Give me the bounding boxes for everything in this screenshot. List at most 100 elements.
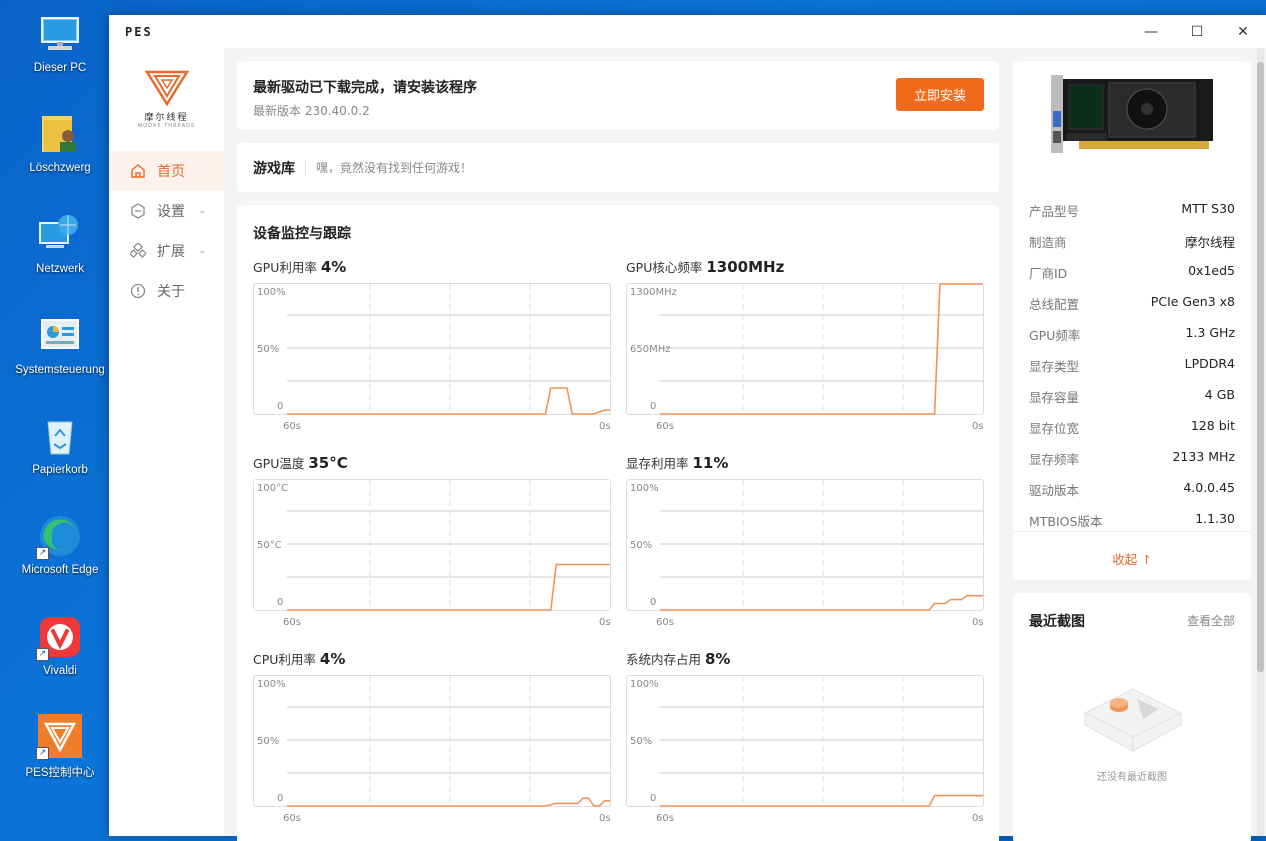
y-tick-label: 650MHz (630, 344, 670, 355)
empty-screenshots-message: 还没有最近截图 (1097, 772, 1167, 783)
chart-metric-name: 显存利用率 (626, 456, 689, 471)
spec-row: GPU频率 1.3 GHz (1029, 325, 1235, 344)
chart-label: GPU核心频率 1300MHz (626, 257, 984, 277)
spec-key: 显存频率 (1029, 452, 1080, 467)
chart-metric-name: GPU核心频率 (626, 260, 703, 275)
gpu-info-card: 产品型号 MTT S30 制造商 摩尔线程 厂商ID 0x1ed5 总线配置 PCIe Gen… (1013, 61, 1251, 580)
desktop-icon-edge[interactable]: ↗ Microsoft Edge (8, 514, 112, 576)
brand-logo: 摩尔线程 MOORE THREADS (109, 48, 224, 151)
main-content: 最新驱动已下载完成，请安装该程序 最新版本 230.40.0.2 立即安装 游戏… (224, 48, 1011, 841)
scrollbar[interactable] (1257, 48, 1264, 836)
x-tick-label-start: 60s (283, 617, 301, 628)
window-title: PES (125, 24, 153, 39)
x-tick-label-end: 0s (972, 813, 984, 824)
vivaldi-icon: ↗ (36, 615, 82, 661)
chart-current-value: 1300MHz (706, 258, 785, 276)
spec-value: 0x1ed5 (1188, 263, 1235, 278)
spec-value: 128 bit (1190, 418, 1235, 433)
extension-icon (129, 242, 147, 260)
spec-row: 显存频率 2133 MHz (1029, 449, 1235, 468)
spec-key: 厂商ID (1029, 266, 1068, 281)
desktop-icon-vivaldi[interactable]: ↗ Vivaldi (8, 615, 112, 677)
monitor-chart: GPU温度 35°C 100°C 50°C 0 60s 0s (253, 453, 611, 633)
title-bar[interactable]: PES — ☐ ✕ (109, 15, 1266, 48)
view-all-link[interactable]: 查看全部 (1187, 612, 1235, 629)
chart-metric-name: 系统内存占用 (626, 652, 702, 667)
game-library-title: 游戏库 (253, 160, 295, 177)
y-tick-label: 50% (630, 540, 652, 551)
monitor-chart: GPU利用率 4% 100% 50% 0 60s 0s (253, 257, 611, 437)
nav-settings-label: 设置 (157, 204, 185, 220)
desktop-icon-this-pc[interactable]: Dieser PC (8, 12, 112, 74)
nav-settings[interactable]: 设置 ⌄ (109, 191, 224, 231)
spec-row: 显存位宽 128 bit (1029, 418, 1235, 437)
logo-text-cn: 摩尔线程 (144, 113, 189, 123)
chart-label: CPU利用率 4% (253, 649, 611, 669)
x-tick-label-end: 0s (972, 421, 984, 432)
game-library-card: 游戏库 嘿，竟然没有找到任何游戏！ (237, 143, 999, 192)
nav-about-label: 关于 (157, 284, 185, 300)
nav-home-label: 首页 (157, 164, 185, 180)
spec-key: 驱动版本 (1029, 483, 1080, 498)
y-tick-label: 0 (277, 597, 283, 608)
device-monitor-card: 设备监控与跟踪 GPU利用率 4% 100% 50% 0 60s 0s GPU核心频率 13… (237, 205, 999, 841)
moore-threads-logo-icon (144, 70, 189, 106)
chart-current-value: 4% (319, 650, 346, 668)
desktop-icon-network[interactable]: Netzwerk (8, 213, 112, 275)
edge-icon: ↗ (36, 514, 82, 560)
spec-key: 产品型号 (1029, 204, 1080, 219)
y-tick-label: 0 (277, 401, 283, 412)
logo-text-en: MOORE THREADS (137, 123, 196, 129)
minimize-button[interactable]: — (1128, 15, 1174, 48)
maximize-button[interactable]: ☐ (1174, 15, 1220, 48)
spec-key: 制造商 (1029, 235, 1067, 250)
monitor-chart: CPU利用率 4% 100% 50% 0 60s 0s (253, 649, 611, 829)
desktop-icon-recycle-bin[interactable]: Papierkorb (8, 414, 112, 476)
x-tick-label-end: 0s (972, 617, 984, 628)
window-controls: — ☐ ✕ (1128, 15, 1266, 48)
network-icon (38, 213, 82, 257)
pes-window: PES — ☐ ✕ 摩尔线程 MOORE THREADS 首页 设置 ⌄ 扩展 … (109, 15, 1266, 841)
monitor-chart: 系统内存占用 8% 100% 50% 0 60s 0s (626, 649, 984, 829)
chart-metric-name: GPU利用率 (253, 260, 317, 275)
desktop-icon-pes[interactable]: ↗ PES控制中心 (8, 714, 112, 780)
spec-value: PCIe Gen3 x8 (1150, 294, 1235, 309)
collapse-button[interactable]: 收起 ↾ (1013, 549, 1251, 568)
spec-key: 显存容量 (1029, 390, 1080, 405)
desktop-icon-control-panel[interactable]: Systemsteuerung (8, 314, 112, 376)
x-tick-label-start: 60s (656, 813, 674, 824)
spec-key: 总线配置 (1029, 297, 1080, 312)
chart-current-value: 11% (692, 454, 729, 472)
nav-extensions[interactable]: 扩展 ⌄ (109, 231, 224, 271)
chart-plot: 100% 50% 060s 0s (253, 283, 611, 432)
x-tick-label-start: 60s (656, 421, 674, 432)
scrollbar-thumb[interactable] (1257, 62, 1264, 672)
divider (305, 160, 306, 175)
spec-row: 驱动版本 4.0.0.45 (1029, 480, 1235, 499)
spec-key: MTBIOS版本 (1029, 514, 1103, 529)
y-tick-label: 0 (277, 793, 283, 804)
right-panel: 产品型号 MTT S30 制造商 摩尔线程 厂商ID 0x1ed5 总线配置 PCIe Gen… (1011, 48, 1266, 841)
user-folder-icon (38, 112, 82, 156)
x-tick-label-end: 0s (599, 813, 611, 824)
chart-plot: 100°C 50°C 060s 0s (253, 479, 611, 628)
recycle-bin-icon (38, 414, 82, 458)
desktop-icon-user-folder[interactable]: Löschzwerg (8, 112, 112, 174)
chart-metric-name: GPU温度 (253, 456, 305, 471)
y-tick-label: 100% (257, 679, 286, 690)
chart-metric-name: CPU利用率 (253, 652, 316, 667)
chart-plot: 100% 50% 060s 0s (626, 675, 984, 824)
y-tick-label: 0 (650, 401, 656, 412)
empty-screenshot-illustration-icon (1084, 688, 1182, 752)
y-tick-label: 100% (257, 287, 286, 298)
sidebar: 摩尔线程 MOORE THREADS 首页 设置 ⌄ 扩展 ⌄ 关于 (109, 48, 224, 836)
spec-key: GPU频率 (1029, 328, 1081, 343)
chart-plot: 100% 50% 060s 0s (626, 479, 984, 628)
y-tick-label: 1300MHz (630, 287, 677, 298)
y-tick-label: 0 (650, 597, 656, 608)
y-tick-label: 100% (630, 483, 659, 494)
nav-home[interactable]: 首页 (109, 151, 224, 191)
nav-about[interactable]: 关于 (109, 271, 224, 311)
install-now-button[interactable]: 立即安装 (896, 78, 984, 111)
close-button[interactable]: ✕ (1220, 15, 1266, 48)
